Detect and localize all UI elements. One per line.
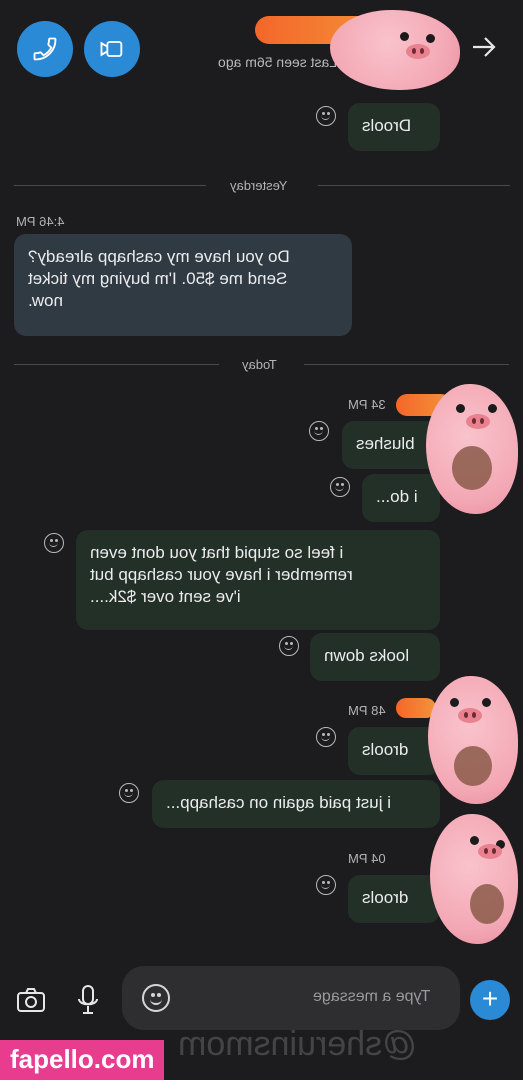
message-time: 34 PM	[348, 397, 386, 412]
message-text: Drools	[362, 116, 412, 135]
message-bubble[interactable]: drools	[348, 875, 440, 923]
phone-icon	[33, 37, 57, 61]
divider-line	[14, 364, 219, 365]
message-text: blushes	[356, 434, 415, 453]
date-divider-yesterday: Yesterday	[230, 178, 288, 193]
react-smiley-icon[interactable]	[316, 875, 336, 895]
microphone-icon[interactable]	[76, 984, 100, 1016]
last-seen-status: Last seen 56m ago	[218, 54, 338, 70]
message-text: i just paid again on cashapp...	[166, 793, 391, 812]
watermark-username: @sheruinsmom	[178, 1025, 417, 1063]
date-divider-today: Today	[242, 357, 277, 372]
message-bubble[interactable]: looks down	[310, 633, 440, 681]
call-button[interactable]	[17, 21, 73, 77]
message-bubble[interactable]: Do you have my cashapp already? Send me …	[14, 234, 352, 336]
message-text: Do you have my cashapp already? Send me …	[28, 247, 290, 310]
message-input[interactable]: Type a message	[122, 966, 460, 1030]
divider-line	[14, 185, 206, 186]
camera-icon[interactable]	[16, 986, 46, 1014]
message-input-placeholder: Type a message	[312, 988, 430, 1005]
react-smiley-icon[interactable]	[309, 421, 329, 441]
message-time: 04 PM	[348, 851, 386, 866]
message-time: 4:46 PM	[16, 214, 65, 229]
divider-line	[318, 185, 510, 186]
video-call-button[interactable]	[84, 21, 140, 77]
react-smiley-icon[interactable]	[119, 783, 139, 803]
pig-sticker	[330, 10, 460, 90]
message-bubble[interactable]: drools	[348, 727, 440, 775]
arrow-right-icon[interactable]	[469, 32, 499, 62]
pig-sticker	[430, 814, 518, 944]
message-text: drools	[362, 740, 409, 759]
message-bubble[interactable]: i just paid again on cashapp...	[152, 780, 440, 828]
chat-header: Last seen 56m ago	[0, 0, 523, 96]
react-smiley-icon[interactable]	[316, 727, 336, 747]
message-text: i feel so stupid that you dont even reme…	[90, 543, 353, 606]
message-bubble[interactable]: i do...	[362, 474, 440, 522]
react-smiley-icon[interactable]	[44, 533, 64, 553]
react-smiley-icon[interactable]	[316, 106, 336, 126]
pig-sticker	[426, 384, 518, 514]
video-icon	[100, 41, 123, 57]
react-smiley-icon[interactable]	[330, 477, 350, 497]
divider-line	[304, 364, 509, 365]
watermark-site: fapello.com	[0, 1040, 165, 1080]
add-attachment-button[interactable]: +	[470, 980, 510, 1020]
pig-sticker	[428, 676, 518, 804]
message-text: looks down	[324, 646, 410, 665]
message-time: 48 PM	[348, 703, 386, 718]
message-text: drools	[362, 888, 409, 907]
message-bubble[interactable]: i feel so stupid that you dont even reme…	[76, 530, 440, 630]
emoji-picker-icon[interactable]	[142, 984, 170, 1012]
react-smiley-icon[interactable]	[279, 636, 299, 656]
message-text: i do...	[376, 487, 418, 506]
message-bubble[interactable]: Drools	[348, 103, 440, 151]
